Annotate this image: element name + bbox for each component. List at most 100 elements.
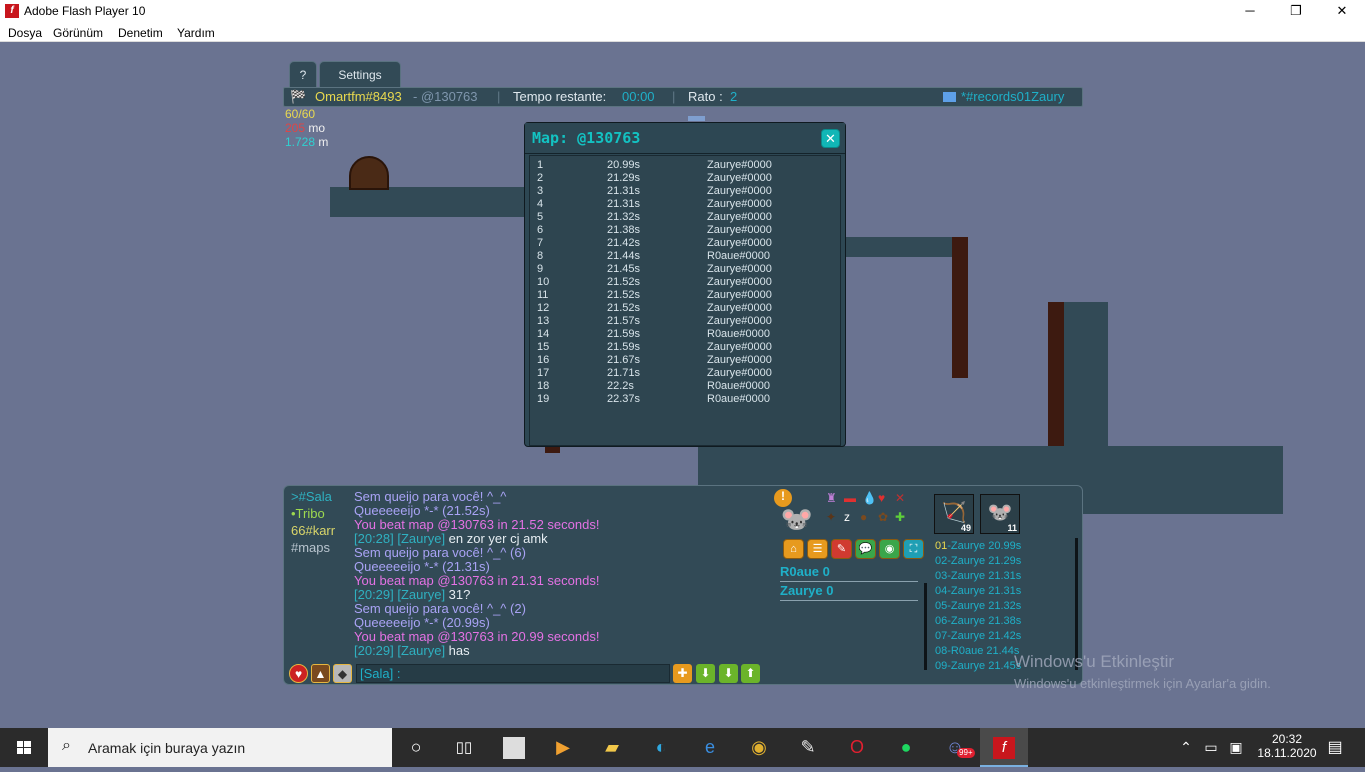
taskbar-search[interactable]: ⌕ Aramak için buraya yazın [48, 728, 392, 767]
arrow-up-icon[interactable]: ⬆ [741, 664, 760, 683]
flash-player-task[interactable]: f [980, 728, 1028, 767]
discord-icon[interactable]: ☺ 99+ [931, 728, 979, 767]
menu-denetim[interactable]: Denetim [118, 26, 163, 40]
mouse-hole [349, 156, 389, 190]
notification-icon[interactable]: ▤ [1320, 728, 1350, 767]
berries-icon[interactable]: ✿ [878, 510, 888, 524]
menu-gorunum[interactable]: Görünüm [53, 26, 103, 40]
scrollbar[interactable] [924, 583, 927, 670]
chat-input[interactable]: [Sala] : [356, 664, 670, 683]
record-time: 21.42s [607, 237, 641, 249]
side-record-row: 09-Zaurye 21.45s [935, 659, 1021, 674]
volume-icon[interactable]: ▣ [1225, 728, 1247, 767]
file-explorer-icon[interactable]: ▰ [588, 728, 636, 767]
record-player: Zaurye#0000 [707, 159, 772, 171]
nut-icon[interactable]: ● [860, 510, 867, 524]
paw-icon[interactable]: ✦ [826, 510, 836, 524]
map-records-list[interactable]: 1 20.99s Zaurye#0000 2 21.29s Zaurye#0000 3 21.… [529, 155, 841, 446]
list-button[interactable]: ☰ [807, 539, 828, 559]
menu-dosya[interactable]: Dosya [8, 26, 42, 40]
chat-message-part: [20:28] [Zaurye] [354, 531, 449, 546]
cross-icon[interactable]: ✕ [895, 491, 905, 505]
shield-icon[interactable]: ▲ [311, 664, 330, 683]
menu-yardim[interactable]: Yardım [177, 26, 215, 40]
water-drop-icon[interactable]: 💧 [862, 491, 877, 505]
avatar-mouse[interactable]: 🐭 11 [980, 494, 1020, 534]
checkered-flag-icon: 🏁 [290, 89, 307, 104]
restore-button[interactable]: ❐ [1273, 0, 1319, 22]
channel-karr[interactable]: 66#karr [291, 523, 335, 538]
hat-icon[interactable]: ▬ [844, 491, 856, 505]
chat-bubble-button[interactable]: 💬 [855, 539, 876, 559]
search-placeholder: Aramak için buraya yazın [88, 740, 246, 756]
divider [780, 581, 918, 582]
record-player: Zaurye#0000 [707, 354, 772, 366]
chat-message-part: You beat map @130763 in 21.52 seconds! [354, 517, 600, 532]
title-bar: f Adobe Flash Player 10 ─ ❐ ✕ [0, 0, 1365, 22]
platform [1063, 302, 1108, 452]
record-time: 22.37s [607, 393, 641, 405]
plus-icon[interactable]: ✚ [673, 664, 692, 683]
map-close-button[interactable]: ✕ [821, 129, 840, 148]
chat-message: Sem queijo para você! ^_^ (6) [354, 546, 526, 560]
shop-button[interactable]: ✎ [831, 539, 852, 559]
record-rank: 7 [537, 237, 544, 249]
record-player: Zaurye#0000 [707, 289, 772, 301]
channel-sala[interactable]: >#Sala [291, 489, 332, 504]
side-record-entry: -Zaurye 21.31s [947, 570, 1022, 582]
heart-icon[interactable]: ♥ [289, 664, 308, 683]
chat-message-part: You beat map @130763 in 21.31 seconds! [354, 573, 600, 588]
arrow-down-icon[interactable]: ⬇ [696, 664, 715, 683]
player-row[interactable]: R0aue 0 [780, 564, 830, 579]
wizard-icon[interactable]: ♜ [826, 491, 837, 505]
game-area: ? Settings 🏁 Omartfm#8493 - @130763 | Te… [0, 43, 1365, 728]
chevron-up-icon[interactable]: ⌃ [1177, 728, 1195, 767]
avatar-archer[interactable]: 🏹 49 [934, 494, 974, 534]
heart-icon[interactable]: ♥ [878, 491, 885, 505]
record-rank: 4 [537, 198, 544, 210]
chat-message: You beat map @130763 in 21.52 seconds! [354, 518, 599, 532]
flash-icon: f [993, 737, 1015, 760]
record-time: 21.45s [607, 263, 641, 275]
cheese-counter: 60/60 [285, 107, 316, 121]
network-icon[interactable]: ▭ [1200, 728, 1222, 767]
help-tab[interactable]: ? [289, 61, 317, 87]
channel-tribo[interactable]: •Tribo [291, 506, 325, 521]
home-button[interactable]: ⌂ [783, 539, 804, 559]
record-player: R0aue#0000 [707, 250, 771, 262]
clock[interactable]: 20:32 18.11.2020 [1252, 728, 1322, 767]
internet-explorer-icon[interactable]: e [686, 728, 734, 767]
minimize-button[interactable]: ─ [1227, 0, 1273, 22]
record-rank: 1 [537, 159, 544, 171]
arrow-down-icon[interactable]: ⬇ [719, 664, 738, 683]
cheese-icon[interactable]: ◆ [333, 664, 352, 683]
record-time: 21.31s [607, 185, 641, 197]
chat-message: [20:28] [Zaurye] en zor yer cj amk [354, 532, 548, 546]
scrollbar[interactable] [1075, 538, 1078, 670]
close-window-button[interactable]: ✕ [1319, 0, 1365, 22]
mo-counter: 205 mo [285, 121, 326, 135]
discord-button[interactable]: ◉ [879, 539, 900, 559]
start-button[interactable] [0, 728, 48, 767]
task-view-icon[interactable]: ▯▯ [440, 728, 488, 767]
opera-icon[interactable]: O [833, 728, 881, 767]
tab-settings[interactable]: Settings [319, 61, 401, 87]
edge-icon[interactable]: ◐ [637, 728, 685, 767]
record-player: Zaurye#0000 [707, 224, 772, 236]
chat-message: [20:29] [Zaurye] 31? [354, 588, 470, 602]
channel-maps[interactable]: #maps [291, 540, 330, 555]
chrome-icon[interactable]: ◉ [735, 728, 783, 767]
search-icon: ⌕ [62, 737, 71, 754]
plus-green-icon[interactable]: ✚ [895, 510, 905, 524]
spotify-icon[interactable]: ● [882, 728, 930, 767]
app-icon[interactable] [490, 728, 538, 767]
sleep-icon[interactable]: z [844, 510, 850, 524]
paint-icon[interactable]: ✎ [784, 728, 832, 767]
media-player-icon[interactable]: ▶ [539, 728, 587, 767]
wood-plank [952, 237, 968, 378]
player-row[interactable]: Zaurye 0 [780, 583, 834, 598]
record-rank: 11 [537, 289, 549, 301]
cortana-icon[interactable]: ○ [392, 728, 440, 767]
fullscreen-button[interactable]: ⛶ [903, 539, 924, 559]
record-time: 21.29s [607, 172, 641, 184]
